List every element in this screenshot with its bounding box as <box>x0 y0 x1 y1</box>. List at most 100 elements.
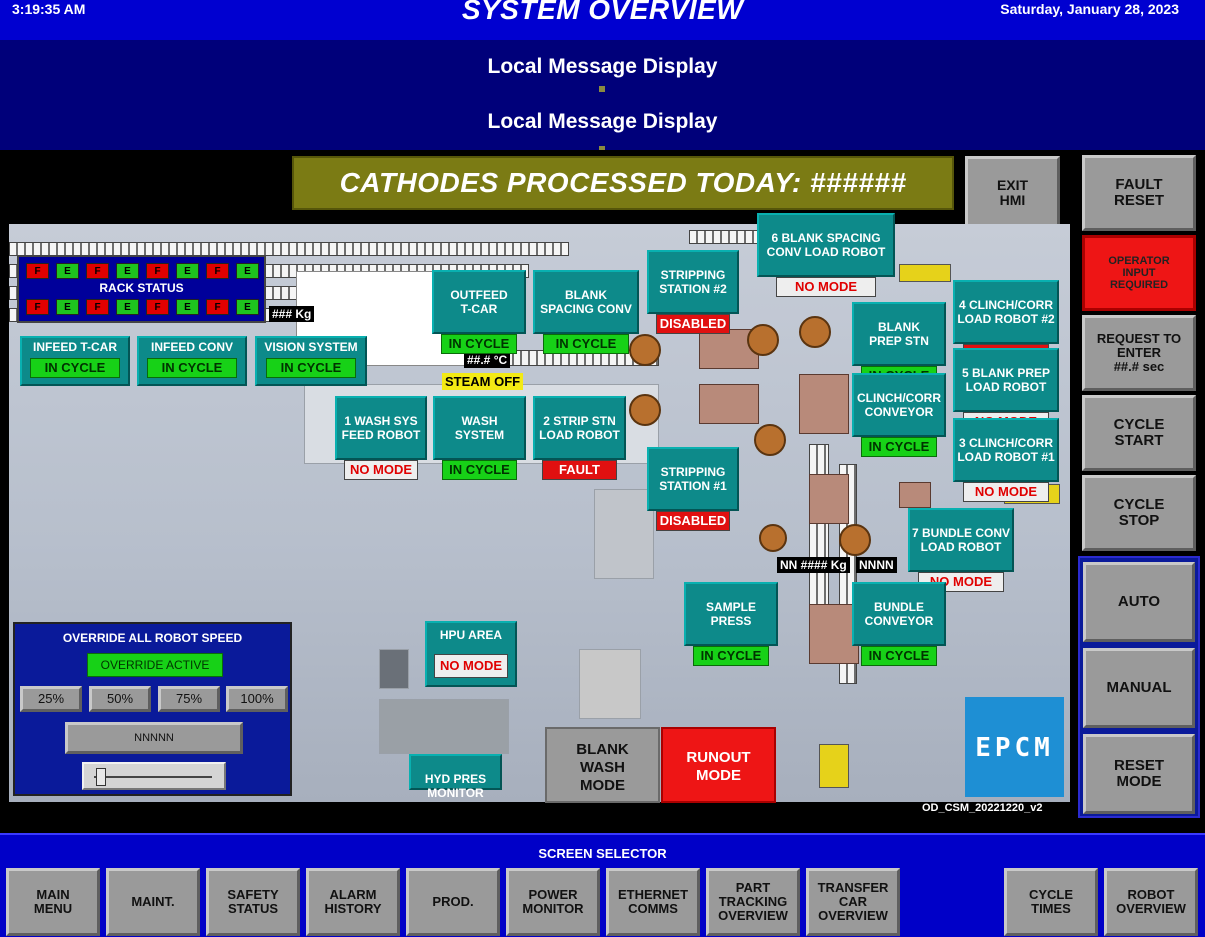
manual-mode-button[interactable]: MANUAL <box>1083 648 1195 728</box>
wash-feed-robot-1-status[interactable]: 1 WASH SYS FEED ROBOT NO MODE <box>335 396 427 480</box>
logo-text: EPCM <box>975 733 1054 763</box>
rack-cell: F <box>146 263 169 279</box>
status-badge: IN CYCLE <box>861 646 937 666</box>
status-badge: IN CYCLE <box>441 334 517 354</box>
blank-spacing-robot-6-status[interactable]: 6 BLANK SPACING CONV LOAD ROBOT NO MODE <box>757 213 895 297</box>
status-badge: IN CYCLE <box>693 646 769 666</box>
rack-status-label: RACK STATUS <box>99 281 184 295</box>
clinch-robot-3-status[interactable]: 3 CLINCH/CORR LOAD ROBOT #1 NO MODE <box>953 418 1059 502</box>
speed-50-button[interactable]: 50% <box>89 686 151 712</box>
station-label: HPU AREA <box>439 628 503 642</box>
cycle-stop-button[interactable]: CYCLE STOP <box>1082 475 1196 551</box>
speed-25-button[interactable]: 25% <box>20 686 82 712</box>
station-label: STRIPPING STATION #2 <box>659 268 727 296</box>
operator-input-required-indicator: OPERATOR INPUT REQUIRED <box>1082 235 1196 311</box>
slider-thumb[interactable] <box>96 768 106 786</box>
nav-transfer-car-overview[interactable]: TRANSFER CAR OVERVIEW <box>806 868 900 936</box>
nav-part-tracking-overview[interactable]: PART TRACKING OVERVIEW <box>706 868 800 936</box>
blank-wash-mode-button[interactable]: BLANK WASH MODE <box>545 727 660 803</box>
prep-machine <box>799 374 849 434</box>
stripping-station-2-status[interactable]: STRIPPING STATION #2 DISABLED <box>647 250 739 334</box>
nav-maint[interactable]: MAINT. <box>106 868 200 936</box>
cathodes-processed-banner: CATHODES PROCESSED TODAY: ###### <box>292 156 954 210</box>
status-badge: NO MODE <box>344 460 418 480</box>
rack-cell: F <box>26 263 49 279</box>
rack-cell: E <box>56 299 79 315</box>
status-badge: NO MODE <box>776 277 876 297</box>
bundle-weight-readout: NN #### Kg <box>777 557 850 573</box>
wash-system-status[interactable]: WASH SYSTEM IN CYCLE <box>433 396 526 480</box>
rack-cell: E <box>176 263 199 279</box>
rack-cell: F <box>206 299 229 315</box>
nav-ethernet-comms[interactable]: ETHERNET COMMS <box>606 868 700 936</box>
speed-value-field[interactable]: NNNNN <box>65 722 243 754</box>
robot-arm-icon <box>799 316 831 348</box>
version-label: OD_CSM_20221220_v2 <box>922 802 1043 814</box>
hpu-area-status[interactable]: HPU AREA NO MODE <box>425 621 517 687</box>
status-badge: IN CYCLE <box>30 358 120 378</box>
hydraulic-unit <box>379 699 509 754</box>
hpu-tank <box>579 649 641 719</box>
stripping-station-1-status[interactable]: STRIPPING STATION #1 DISABLED <box>647 447 739 531</box>
nav-cycle-times[interactable]: CYCLE TIMES <box>1004 868 1098 936</box>
bundle-robot-7-status[interactable]: 7 BUNDLE CONV LOAD ROBOT NO MODE <box>908 508 1014 592</box>
blank-prep-stn-status[interactable]: BLANK PREP STN IN CYCLE <box>852 302 946 386</box>
station-label: BLANK SPACING CONV <box>540 288 632 316</box>
rack-cell: F <box>86 263 109 279</box>
station-label: 2 STRIP STN LOAD ROBOT <box>539 414 620 442</box>
infeed-tcar-status[interactable]: INFEED T-CAR IN CYCLE <box>20 336 130 386</box>
tool-stand <box>899 482 931 508</box>
fault-reset-button[interactable]: FAULT RESET <box>1082 155 1196 231</box>
slider-track <box>94 776 212 778</box>
clinch-conveyor-status[interactable]: CLINCH/CORR CONVEYOR IN CYCLE <box>852 373 946 457</box>
rack-cell: E <box>116 299 139 315</box>
nav-robot-overview[interactable]: ROBOT OVERVIEW <box>1104 868 1198 936</box>
station-label: BUNDLE CONVEYOR <box>864 600 934 628</box>
local-message-1: Local Message Display <box>487 55 718 78</box>
sample-press-status[interactable]: SAMPLE PRESS IN CYCLE <box>684 582 778 666</box>
station-label: 1 WASH SYS FEED ROBOT <box>341 414 421 442</box>
blank-spacing-conv-status[interactable]: BLANK SPACING CONV IN CYCLE <box>533 270 639 354</box>
station-label: INFEED T-CAR <box>33 340 117 354</box>
status-badge: IN CYCLE <box>147 358 237 378</box>
outfeed-tcar-status[interactable]: OUTFEED T-CAR IN CYCLE <box>432 270 526 354</box>
infeed-conv-status[interactable]: INFEED CONV IN CYCLE <box>137 336 247 386</box>
override-title: OVERRIDE ALL ROBOT SPEED <box>62 631 243 645</box>
clinch-robot-4-status[interactable]: 4 CLINCH/CORR LOAD ROBOT #2 NO STAT <box>953 280 1059 364</box>
nav-power-monitor[interactable]: POWER MONITOR <box>506 868 600 936</box>
hyd-pres-monitor-button[interactable]: HYD PRES MONITOR <box>409 754 502 800</box>
station-label: 4 CLINCH/CORR LOAD ROBOT #2 <box>957 298 1055 326</box>
bench-outline <box>594 489 654 579</box>
bundle-conveyor-status[interactable]: BUNDLE CONVEYOR IN CYCLE <box>852 582 946 666</box>
exit-hmi-button[interactable]: EXIT HMI <box>965 156 1060 230</box>
station-label: SAMPLE PRESS <box>705 600 756 628</box>
nav-main-menu[interactable]: MAIN MENU <box>6 868 100 936</box>
rack-weight-readout: ### Kg <box>269 306 315 322</box>
speed-100-button[interactable]: 100% <box>226 686 288 712</box>
status-badge: FAULT <box>542 460 617 480</box>
status-badge: IN CYCLE <box>543 334 629 354</box>
status-badge: DISABLED <box>656 511 730 531</box>
rack-cell: F <box>26 299 49 315</box>
request-to-enter-button[interactable]: REQUEST TO ENTER ##.# sec <box>1082 315 1196 391</box>
station-label: INFEED CONV <box>150 340 233 354</box>
cycle-start-button[interactable]: CYCLE START <box>1082 395 1196 471</box>
speed-75-button[interactable]: 75% <box>158 686 220 712</box>
reset-mode-button[interactable]: RESET MODE <box>1083 734 1195 814</box>
nav-safety-status[interactable]: SAFETY STATUS <box>206 868 300 936</box>
top-bar: 3:19:35 AM SYSTEM OVERVIEW Saturday, Jan… <box>0 0 1205 40</box>
nav-prod[interactable]: PROD. <box>406 868 500 936</box>
nav-alarm-history[interactable]: ALARM HISTORY <box>306 868 400 936</box>
vision-system-status[interactable]: VISION SYSTEM IN CYCLE <box>255 336 367 386</box>
runout-mode-button[interactable]: RUNOUT MODE <box>661 727 776 803</box>
speed-slider[interactable] <box>82 762 226 790</box>
override-robot-speed-panel: OVERRIDE ALL ROBOT SPEED OVERRIDE ACTIVE… <box>13 622 292 796</box>
screen-selector-bar: SCREEN SELECTOR MAIN MENU MAINT. SAFETY … <box>0 833 1205 937</box>
rack-cell: E <box>56 263 79 279</box>
override-active-indicator: OVERRIDE ACTIVE <box>87 653 223 677</box>
strip-stn-robot-2-status[interactable]: 2 STRIP STN LOAD ROBOT FAULT <box>533 396 626 480</box>
rack-status-panel: F E F E F E F E RACK STATUS F E F E F E … <box>17 255 266 323</box>
blank-prep-robot-5-status[interactable]: 5 BLANK PREP LOAD ROBOT NO MODE <box>953 348 1059 432</box>
robot-arm-icon <box>754 424 786 456</box>
auto-mode-button[interactable]: AUTO <box>1083 562 1195 642</box>
